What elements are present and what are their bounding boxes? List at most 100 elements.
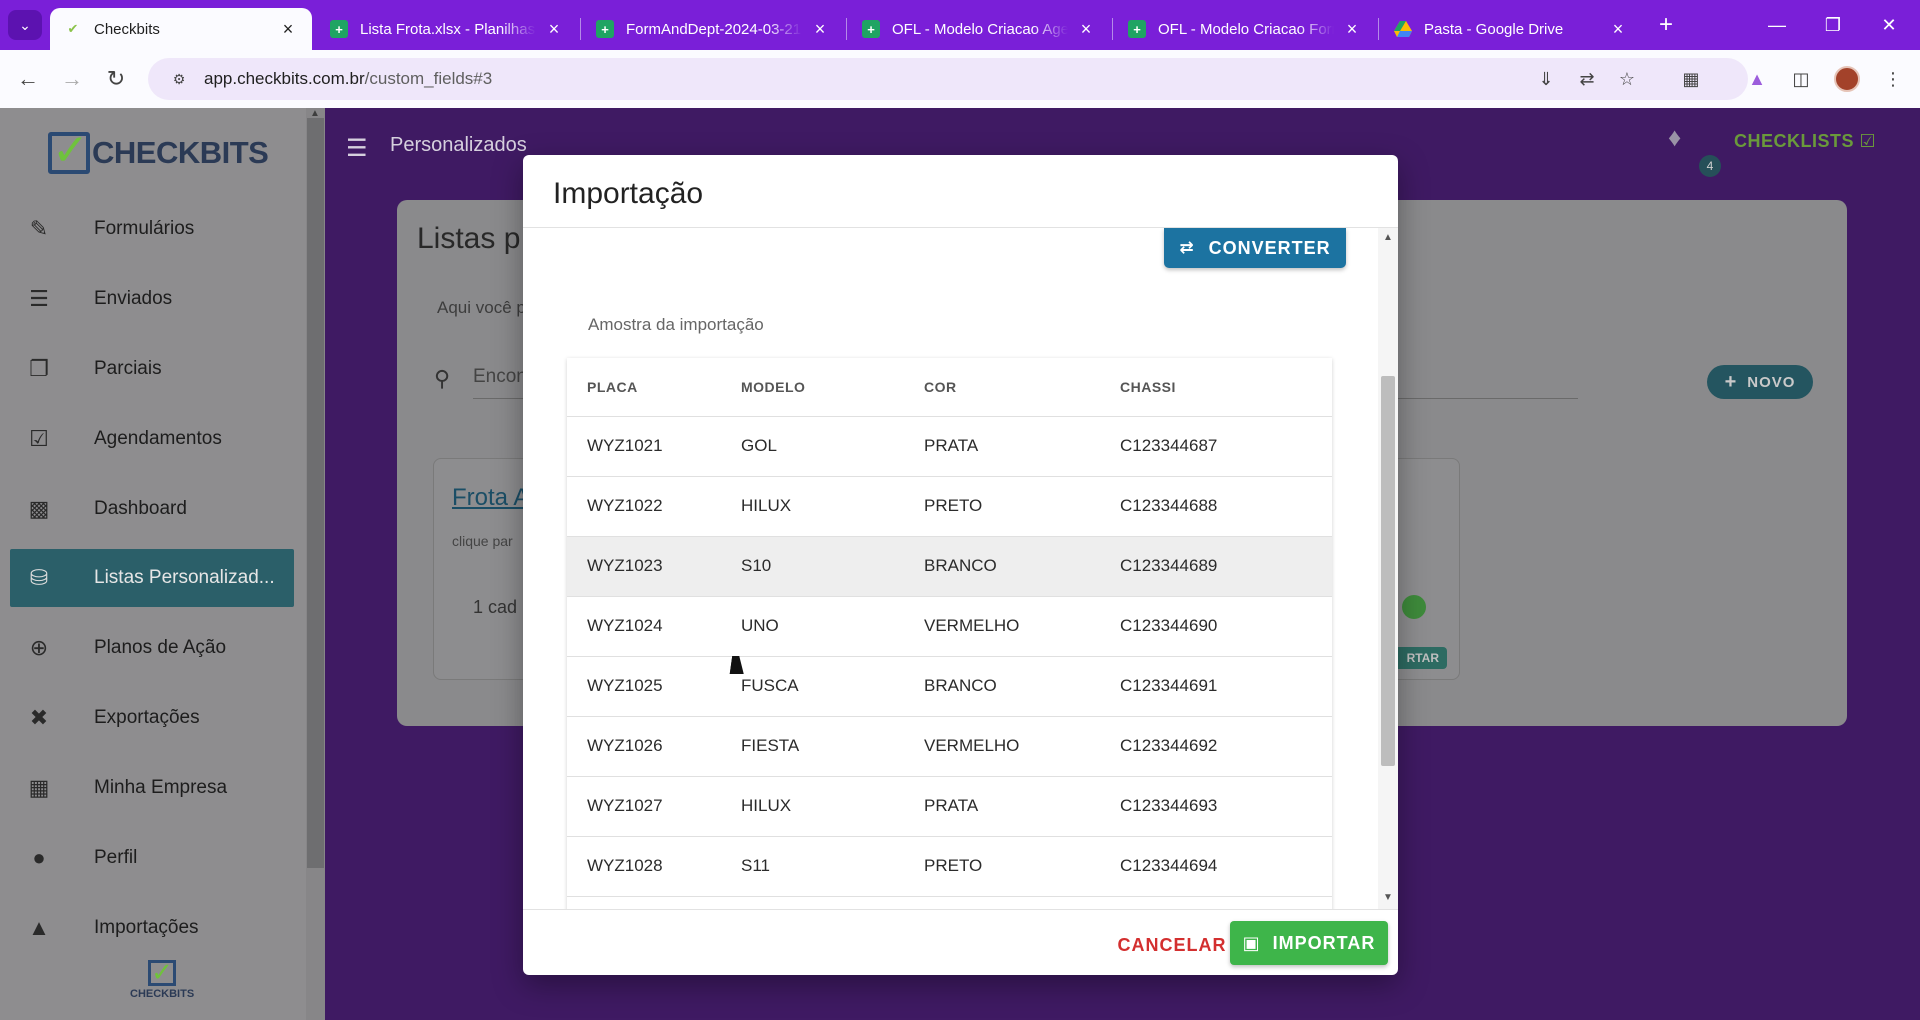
browser-tab-checkbits[interactable]: ✔ Checkbits × [50,8,312,50]
tab-separator [580,18,581,40]
sample-table: PLACA MODELO COR CHASSI WYZ1021 GOL PRAT… [567,358,1332,909]
close-tab-icon[interactable]: × [278,19,298,40]
cell-placa: WYZ1025 [567,656,741,717]
sheets-favicon-icon: + [862,20,880,38]
profile-avatar[interactable] [1834,66,1860,92]
dialog-body[interactable]: ⇄ CONVERTER Amostra da importação PLACA … [523,228,1378,909]
site-info-icon[interactable]: ⚙ [168,68,190,90]
table-row-hovered: WYZ1023 S10 BRANCO C123344689 [567,536,1332,597]
drive-favicon-icon [1394,20,1412,38]
dialog-divider [523,909,1398,910]
building-icon: ▦ [28,775,50,800]
cell-placa: WYZ1027 [567,776,741,837]
bookmark-star-icon[interactable]: ☆ [1612,64,1642,94]
sidebar-scroll-thumb[interactable] [307,118,324,868]
extension-icon[interactable]: ▲ [1742,64,1772,94]
cell-placa: WYZ1024 [567,596,741,657]
cell-chassi: C123344687 [1120,416,1332,477]
partial-icon: ❐ [29,356,49,381]
cell-cor: VERMELHO [924,716,1120,777]
cell-cor: PRATA [924,416,1120,477]
hamburger-menu-icon[interactable]: ☰ [346,134,368,163]
list-card-subtitle: clique par [452,533,513,549]
address-bar[interactable]: ⚙ app.checkbits.com.br/custom_fields#3 [148,58,1748,100]
column-header-cor: COR [924,358,1120,417]
close-tab-icon[interactable]: × [1342,19,1362,40]
list-card-toggle[interactable] [1402,595,1426,619]
install-app-icon[interactable]: ⇓ [1531,64,1561,94]
sidebar-item-perfil[interactable]: ● Perfil [10,829,294,887]
close-tab-icon[interactable]: × [544,19,564,40]
sidebar-item-listas-personalizadas[interactable]: ⛁ Listas Personalizad... [10,549,294,607]
cell-modelo: HILUX [741,476,924,537]
sidebar-item-importacoes[interactable]: ▲ Importações [10,899,294,957]
cell-modelo: S10 [741,536,924,597]
minimize-window-icon[interactable]: — [1754,8,1800,42]
sidebar: ✓ CHECKBITS ✎ Formulários ☰ Enviados ❐ P… [0,108,325,1020]
scroll-up-arrow-icon[interactable]: ▲ [1383,232,1393,243]
reload-icon[interactable]: ↻ [101,64,131,94]
sidebar-item-enviados[interactable]: ☰ Enviados [10,270,294,328]
column-header-placa: PLACA [567,358,741,417]
sidebar-item-minha-empresa[interactable]: ▦ Minha Empresa [10,759,294,817]
new-tab-plus-icon[interactable]: + [1651,10,1681,40]
sidebar-item-formularios[interactable]: ✎ Formulários [10,200,294,258]
sidebar-item-planos-de-acao[interactable]: ⊕ Planos de Ação [10,619,294,677]
notification-bell-icon[interactable]: ♦ [1668,122,1681,153]
tab-search-chevron-icon[interactable]: ⌄ [8,10,42,40]
close-tab-icon[interactable]: × [1608,19,1628,40]
browser-tab-bar: ⌄ ✔ Checkbits × + Lista Frota.xlsx - Pla… [0,0,1920,50]
cancel-button[interactable]: CANCELAR [1097,925,1247,965]
browser-tab-lista-frota[interactable]: + Lista Frota.xlsx - Planilhas Google × [316,8,578,50]
forward-arrow-icon[interactable]: → [57,64,87,94]
scroll-down-arrow-icon[interactable]: ▼ [1383,892,1393,903]
database-icon: ⛁ [29,565,49,590]
browser-tab-ofl-form[interactable]: + OFL - Modelo Criacao Form × [1114,8,1376,50]
browser-toolbar: ← → ↻ ⚙ app.checkbits.com.br/custom_fiel… [0,50,1920,108]
cell-chassi: C123344690 [1120,596,1332,657]
back-arrow-icon[interactable]: ← [13,64,43,94]
swap-arrows-icon: ⇄ [1179,238,1195,257]
sheets-favicon-icon: + [1128,20,1146,38]
table-row: WYZ1024 UNO VERMELHO C123344690 [567,596,1332,657]
sidebar-item-parciais[interactable]: ❐ Parciais [10,340,294,398]
cell-cor: VERMELHO [924,596,1120,657]
list-card-title[interactable]: Frota A [452,484,529,512]
close-window-icon[interactable]: ✕ [1866,8,1912,42]
converter-button[interactable]: ⇄ CONVERTER [1164,228,1346,268]
sidebar-scrollbar[interactable]: ▲ [306,108,325,1020]
notification-badge: 4 [1699,155,1721,177]
cell-modelo: FIESTA [741,716,924,777]
checklists-link[interactable]: CHECKLISTS ☑ [1734,131,1876,152]
sidebar-item-dashboard[interactable]: ▩ Dashboard [10,480,294,538]
cell-cor: PRETO [924,836,1120,897]
browser-tab-formanddept[interactable]: + FormAndDept-2024-03-21 × [582,8,844,50]
close-tab-icon[interactable]: × [810,19,830,40]
column-header-modelo: MODELO [741,358,924,417]
browser-tab-ofl-agenda[interactable]: + OFL - Modelo Criacao Agen × [848,8,1110,50]
sidebar-item-agendamentos[interactable]: ☑ Agendamentos [10,410,294,468]
cell-chassi: C123344694 [1120,836,1332,897]
browser-tab-google-drive[interactable]: Pasta - Google Drive × [1380,8,1642,50]
extensions-puzzle-icon[interactable]: ▦ [1676,64,1706,94]
cell-chassi: C123344692 [1120,716,1332,777]
dialog-scrollbar[interactable]: ▲ ▼ [1378,228,1398,909]
topbar-title: Personalizados [390,134,527,156]
page-title: Listas p [417,222,521,255]
translate-icon[interactable]: ⇄ [1572,64,1602,94]
checkbox-icon: ☑ [1859,131,1877,151]
cell-cor: BRANCO [924,536,1120,597]
side-panel-icon[interactable]: ◫ [1786,64,1816,94]
sample-label: Amostra da importação [588,315,764,334]
restore-window-icon[interactable]: ❐ [1810,8,1856,42]
sidebar-item-exportacoes[interactable]: ✖ Exportações [10,689,294,747]
new-list-button[interactable]: + NOVO [1707,365,1813,399]
close-tab-icon[interactable]: × [1076,19,1096,40]
person-icon: ● [32,845,46,870]
search-icon: ⚲ [434,366,451,391]
search-input[interactable]: Encon [473,366,527,388]
dialog-scroll-thumb[interactable] [1381,376,1395,766]
import-button[interactable]: ▣ IMPORTAR [1230,921,1388,965]
browser-menu-icon[interactable]: ⋮ [1878,64,1908,94]
cell-placa: WYZ1026 [567,716,741,777]
